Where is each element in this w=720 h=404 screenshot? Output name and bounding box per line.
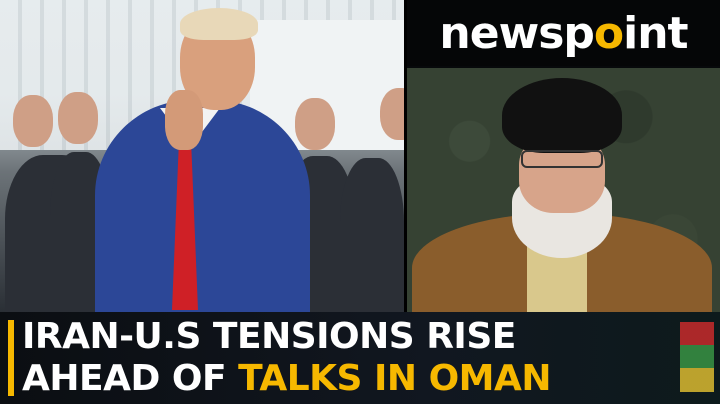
black-turban bbox=[502, 78, 622, 153]
video-thumbnail: newspoint IRAN-U.S TENSIONS RISE AHEAD O… bbox=[0, 0, 720, 404]
right-photo-khamenei bbox=[407, 68, 720, 312]
headline-line-1: IRAN-U.S TENSIONS RISE bbox=[22, 316, 516, 357]
headline-accent-bar bbox=[8, 320, 14, 396]
raised-hand bbox=[165, 90, 203, 150]
decorative-flag-stripes bbox=[680, 322, 714, 392]
logo-dot: o bbox=[593, 7, 624, 59]
headline: IRAN-U.S TENSIONS RISE AHEAD OF TALKS IN… bbox=[22, 316, 662, 400]
newspoint-logo: newspoint bbox=[407, 0, 720, 66]
headline-line-2-white: AHEAD OF bbox=[22, 358, 239, 399]
headline-line-2-yellow: TALKS IN OMAN bbox=[238, 358, 551, 399]
trump-hair bbox=[180, 8, 258, 40]
logo-text-part2: int bbox=[623, 7, 688, 59]
logo-text-part1: newsp bbox=[439, 7, 594, 59]
glasses-icon bbox=[521, 150, 603, 168]
left-photo-trump bbox=[0, 0, 407, 312]
headline-line-2: AHEAD OF TALKS IN OMAN bbox=[22, 358, 662, 400]
